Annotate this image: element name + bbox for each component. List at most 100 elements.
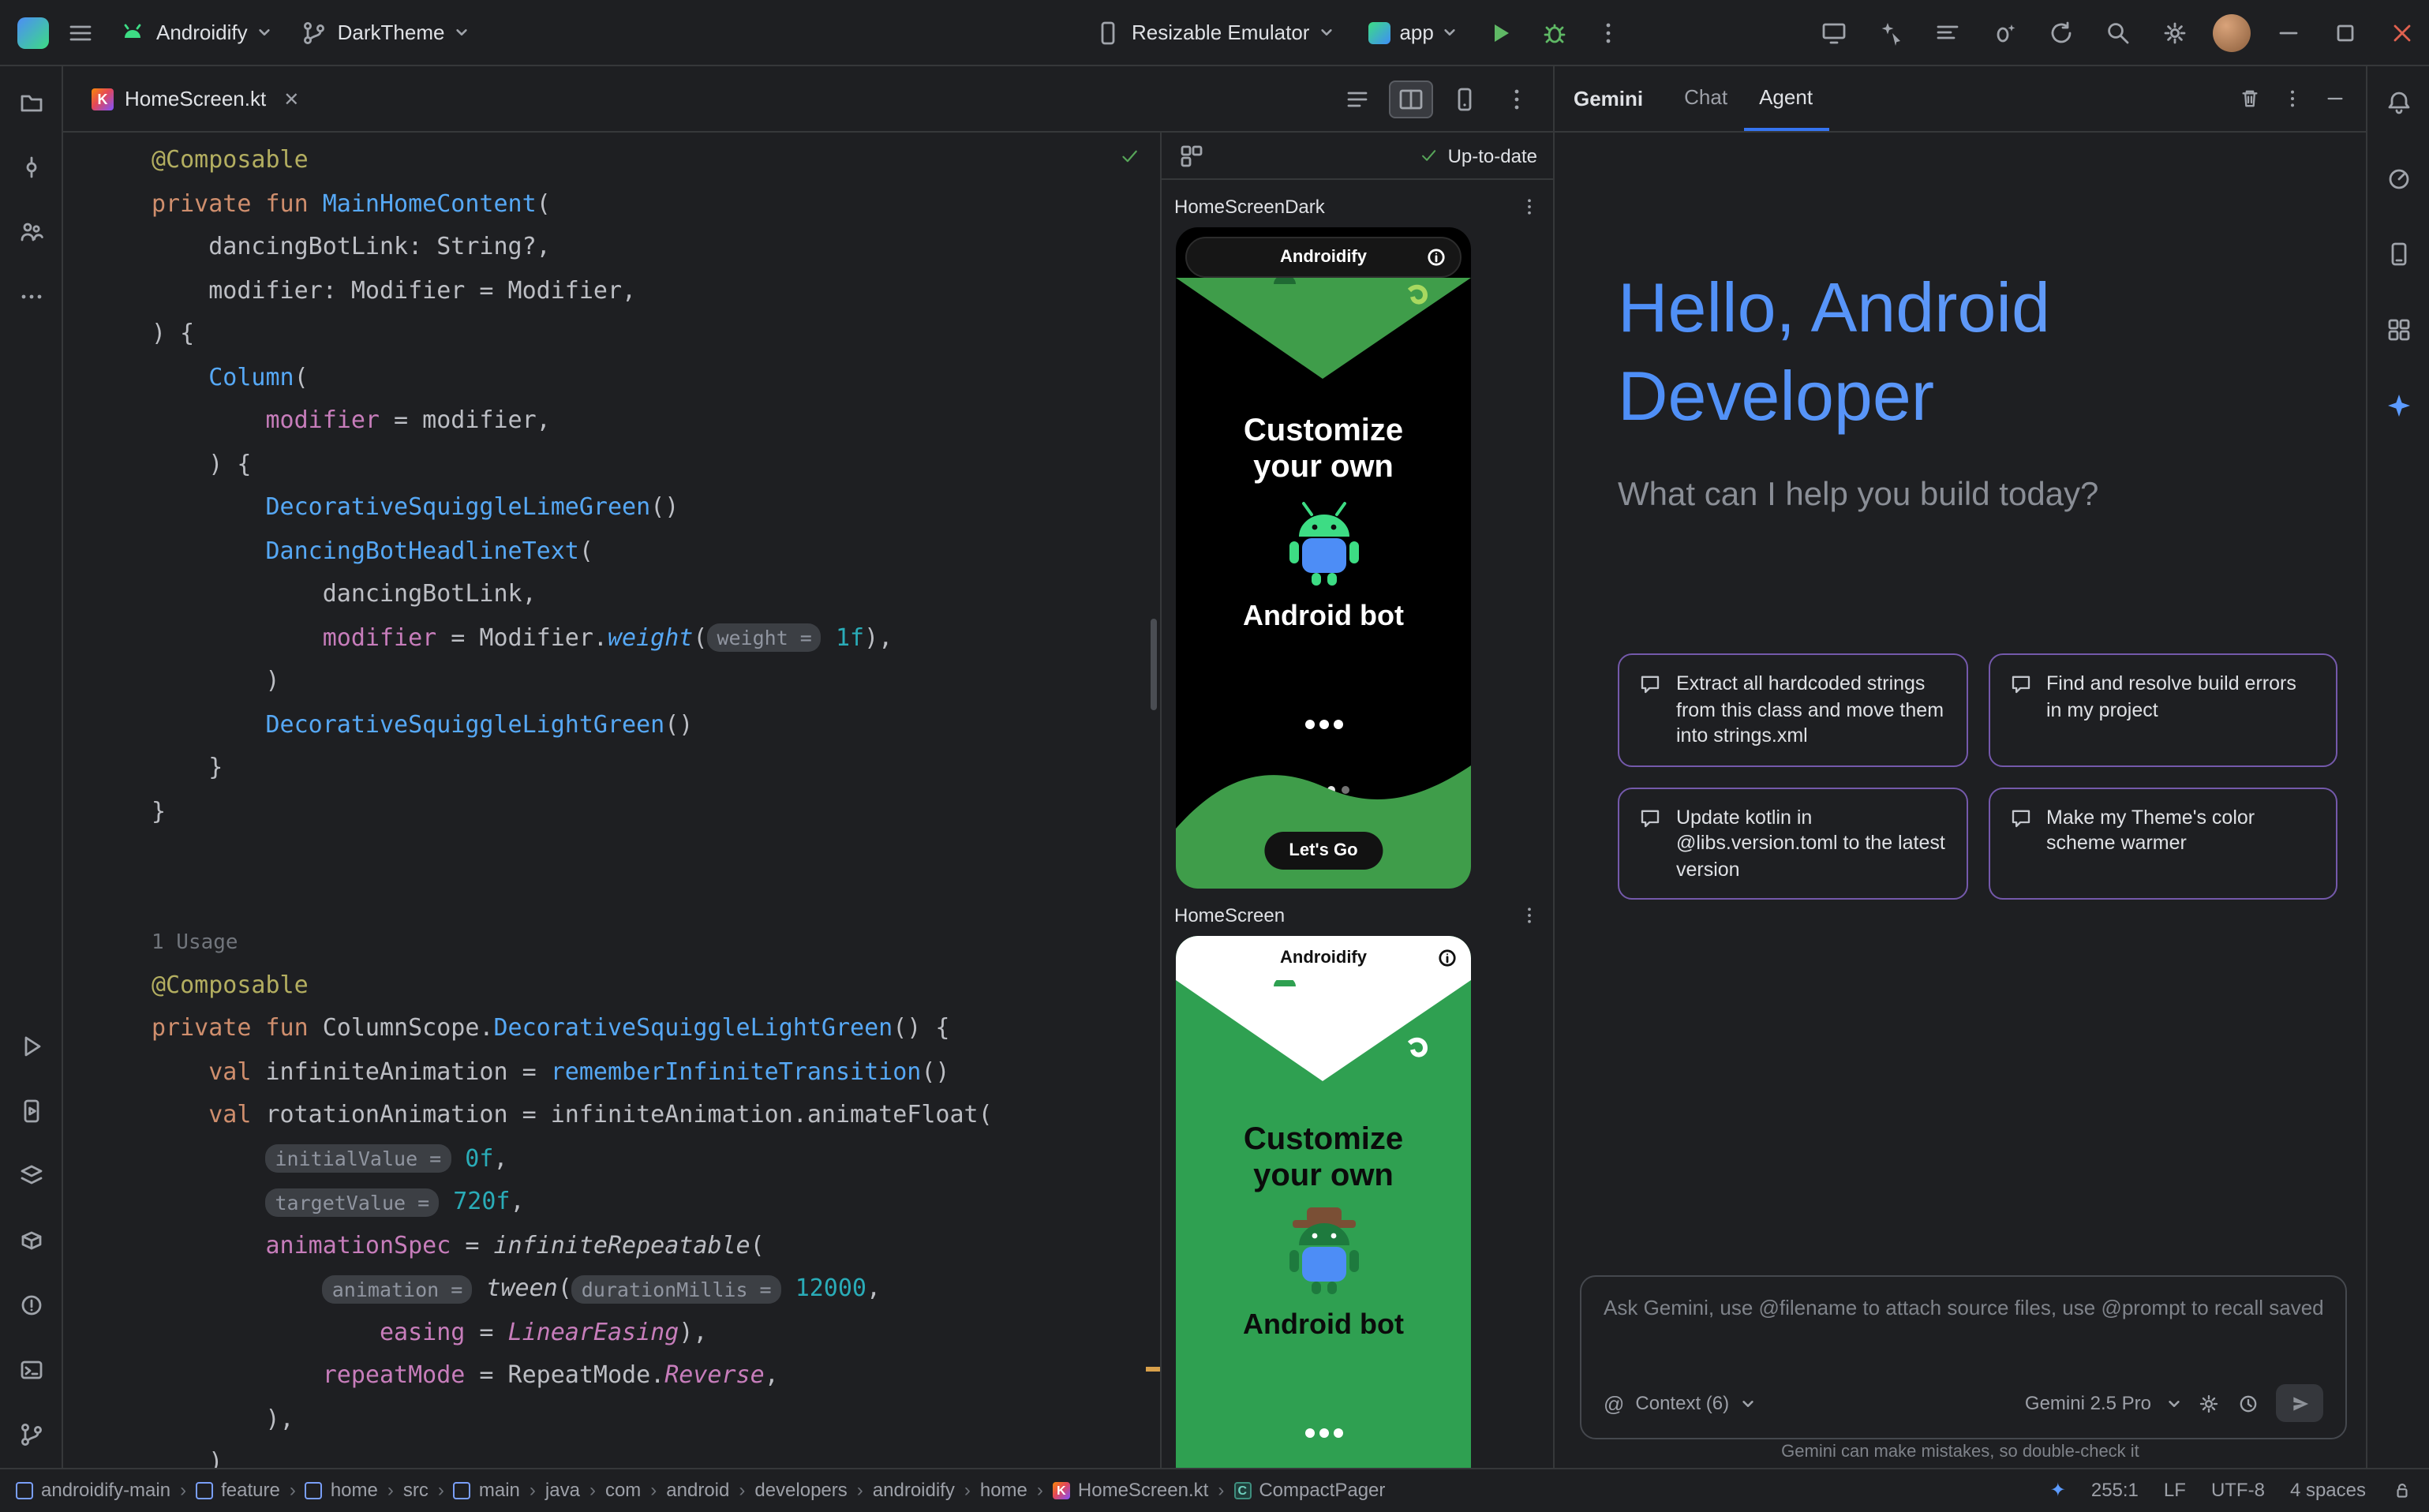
gemini-input-box[interactable]: @ Context (6) Gemini 2.5 Pro xyxy=(1580,1275,2347,1439)
breadcrumb-item[interactable]: CCompactPager xyxy=(1233,1479,1385,1501)
code-line: private fun ColumnScope.DecorativeSquigg… xyxy=(152,1007,1160,1050)
model-selector[interactable]: Gemini 2.5 Pro xyxy=(2025,1392,2151,1414)
commit-tool-button[interactable] xyxy=(10,147,51,188)
pull-requests-tool-button[interactable] xyxy=(10,211,51,253)
chevron-down-icon xyxy=(1443,25,1458,39)
breadcrumb-item[interactable]: android xyxy=(666,1479,729,1501)
notifications-button[interactable] xyxy=(2378,82,2419,123)
code-line: easing = LinearEasing), xyxy=(152,1311,1160,1354)
sync-icon xyxy=(2047,18,2075,47)
chevron-down-icon xyxy=(1740,1396,1754,1410)
indent-setting[interactable]: 4 spaces xyxy=(2290,1479,2366,1501)
profiler-button[interactable] xyxy=(2378,158,2419,199)
code-view-button[interactable] xyxy=(1335,80,1379,118)
preview-kebab-icon[interactable] xyxy=(1518,196,1540,218)
chevron-down-icon xyxy=(1319,25,1333,39)
trash-icon[interactable] xyxy=(2238,87,2262,110)
hide-panel-icon[interactable] xyxy=(2323,87,2347,110)
context-selector[interactable]: Context (6) xyxy=(1635,1392,1729,1414)
resource-manager-button[interactable] xyxy=(2378,309,2419,350)
code-editor[interactable]: @Composableprivate fun MainHomeContent( … xyxy=(63,133,1160,1468)
close-button[interactable] xyxy=(2382,18,2423,47)
app-insights-button[interactable] xyxy=(1984,12,2025,53)
preview-homescreen: Androidify Customize your own xyxy=(1176,936,1471,1468)
breadcrumb-item[interactable]: developers xyxy=(754,1479,847,1501)
design-view-icon xyxy=(1450,84,1479,113)
settings-button[interactable] xyxy=(2154,12,2195,53)
kebab-icon[interactable] xyxy=(2281,87,2304,110)
code-line: val infiniteAnimation = rememberInfinite… xyxy=(152,1050,1160,1094)
preview-kebab-icon[interactable] xyxy=(1518,904,1540,926)
breadcrumb-item[interactable]: main xyxy=(454,1479,520,1501)
history-icon[interactable] xyxy=(2236,1391,2260,1415)
breadcrumb-item[interactable]: home xyxy=(305,1479,378,1501)
minimize-button[interactable] xyxy=(2268,18,2309,47)
preview-layout-icon[interactable] xyxy=(1177,141,1206,170)
breadcrumb-item[interactable]: feature xyxy=(196,1479,280,1501)
device-mirroring-button[interactable] xyxy=(1813,12,1854,53)
file-encoding[interactable]: UTF-8 xyxy=(2211,1479,2265,1501)
run-tool-button[interactable] xyxy=(10,1026,51,1067)
main-menu-button[interactable] xyxy=(60,12,101,53)
gemini-actions-button[interactable] xyxy=(1870,12,1911,53)
ai-status-icon[interactable]: ✦ xyxy=(2050,1479,2066,1501)
project-tool-button[interactable] xyxy=(10,82,51,123)
debug-bug-icon xyxy=(1541,18,1570,47)
version-control-tool-button[interactable] xyxy=(10,1414,51,1455)
problems-tool-button[interactable] xyxy=(10,1285,51,1326)
split-view-button[interactable] xyxy=(1389,80,1433,118)
branch-selector[interactable]: DarkTheme xyxy=(289,12,480,53)
breadcrumb-item[interactable]: src xyxy=(403,1479,429,1501)
breadcrumb-item[interactable]: KHomeScreen.kt xyxy=(1053,1479,1208,1501)
breadcrumb-item[interactable]: home xyxy=(980,1479,1027,1501)
gear-icon[interactable] xyxy=(2197,1391,2221,1415)
suggestion-card[interactable]: Extract all hardcoded strings from this … xyxy=(1618,653,1967,766)
code-line: dancingBotLink, xyxy=(152,573,1160,616)
breadcrumb-item[interactable]: androidify xyxy=(873,1479,955,1501)
app-inspection-tool-button[interactable] xyxy=(10,1220,51,1261)
editor-options-button[interactable] xyxy=(1496,78,1537,119)
device-selector[interactable]: Resizable Emulator xyxy=(1083,12,1344,53)
more-tool-windows-button[interactable] xyxy=(10,276,51,317)
gemini-prompt-input[interactable] xyxy=(1604,1296,2323,1319)
gemini-title: Gemini xyxy=(1574,66,1643,131)
box-icon xyxy=(17,1226,45,1255)
run-configuration-selector[interactable]: app xyxy=(1357,14,1468,51)
running-devices-tool-button[interactable] xyxy=(10,1091,51,1132)
line-separator[interactable]: LF xyxy=(2164,1479,2186,1501)
run-button[interactable] xyxy=(1481,12,1522,53)
tab-close-icon[interactable]: ✕ xyxy=(283,88,299,110)
breadcrumb-item[interactable]: java xyxy=(545,1479,580,1501)
more-run-actions-button[interactable] xyxy=(1589,12,1630,53)
maximize-button[interactable] xyxy=(2325,18,2366,47)
logcat-button[interactable] xyxy=(1927,12,1968,53)
device-manager-button[interactable] xyxy=(2378,234,2419,275)
suggestion-card[interactable]: Make my Theme's color scheme warmer xyxy=(1988,787,2337,900)
terminal-tool-button[interactable] xyxy=(10,1349,51,1390)
suggestion-card[interactable]: Find and resolve build errors in my proj… xyxy=(1988,653,2337,766)
build-variants-tool-button[interactable] xyxy=(10,1155,51,1196)
tab-agent[interactable]: Agent xyxy=(1743,66,1828,131)
user-avatar[interactable] xyxy=(2211,12,2252,53)
preview-homescreendark: Androidify Customize your own xyxy=(1176,227,1471,889)
search-everywhere-button[interactable] xyxy=(2098,12,2139,53)
code-line: modifier: Modifier = Modifier, xyxy=(152,269,1160,313)
design-view-button[interactable] xyxy=(1443,80,1487,118)
inspections-ok-icon[interactable] xyxy=(1119,145,1141,174)
code-line: DecorativeSquiggleLightGreen() xyxy=(152,703,1160,747)
caret-position[interactable]: 255:1 xyxy=(2091,1479,2139,1501)
send-button[interactable] xyxy=(2276,1384,2323,1422)
suggestion-card[interactable]: Update kotlin in @libs.version.toml to t… xyxy=(1618,787,1967,900)
breadcrumb-separator: › xyxy=(857,1479,863,1501)
lock-icon[interactable] xyxy=(2391,1479,2413,1501)
compose-preview-pane: Up-to-date HomeScreenDark Androidify xyxy=(1162,133,1553,1468)
tab-homescreen-kt[interactable]: K HomeScreen.kt ✕ xyxy=(79,66,312,131)
tab-chat[interactable]: Chat xyxy=(1668,66,1743,131)
breadcrumb-item[interactable]: androidify-main xyxy=(16,1479,170,1501)
sync-project-button[interactable] xyxy=(2041,12,2082,53)
debug-button[interactable] xyxy=(1535,12,1576,53)
project-selector[interactable]: Androidify xyxy=(107,12,283,53)
breadcrumb-item[interactable]: com xyxy=(605,1479,641,1501)
gemini-tool-button[interactable] xyxy=(2378,385,2419,426)
editor-scrollbar[interactable] xyxy=(1151,619,1157,710)
